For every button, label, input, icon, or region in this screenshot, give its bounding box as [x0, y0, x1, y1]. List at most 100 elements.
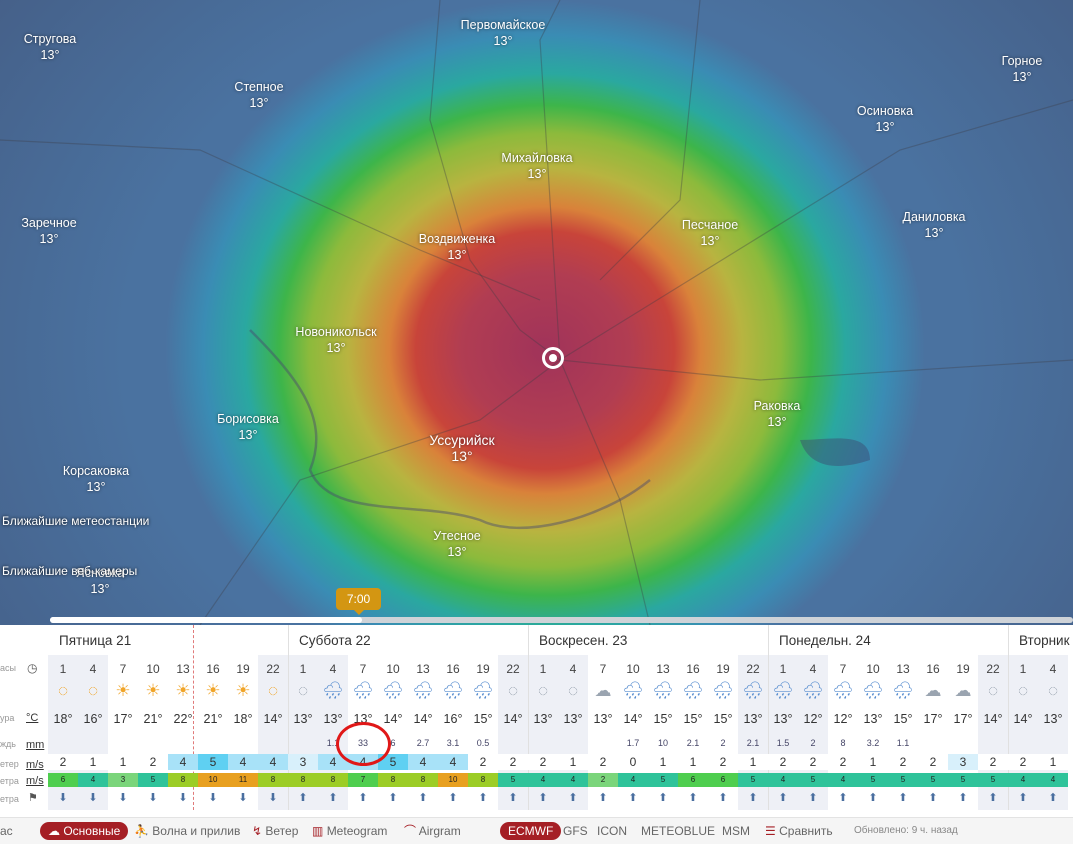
tab-wind[interactable]: ↯ Ветер [252, 822, 298, 840]
wind-speed-cell: 1 [749, 755, 757, 769]
wind-gust-cell: 4 [78, 773, 108, 787]
highlight-circle [336, 722, 391, 766]
city-borisovka[interactable]: Борисовка 13° [217, 411, 279, 443]
city-vozdvizhenka[interactable]: Воздвиженка 13° [419, 231, 495, 263]
tab-waves[interactable]: ⛹ Волна и прилив [134, 822, 240, 840]
city-osinovka[interactable]: Осиновка 13° [857, 103, 913, 135]
city-name: Даниловка [902, 210, 966, 224]
temperature-cell: 18° [233, 712, 253, 726]
airgram-icon: ⌒ [404, 824, 417, 838]
wind-gust-cell: 5 [738, 773, 768, 787]
city-temp: 13° [238, 428, 258, 442]
compare-button[interactable]: ☰ Сравнить [765, 822, 833, 840]
bottom-left-fragment: ас [0, 824, 13, 838]
weather-map[interactable]: Первомайское 13° Стругова 13° Степное 13° Г… [0, 0, 1073, 625]
wind-gust-cell: 4 [528, 773, 558, 787]
city-utesnoe[interactable]: Утесное 13° [433, 528, 481, 560]
wind-speed-cell: 1 [89, 755, 97, 769]
wind-icon: ↯ [252, 824, 263, 838]
city-name: Песчаное [681, 218, 739, 232]
nearest-webcams-link[interactable]: Ближайшие веб-камеры [2, 564, 137, 578]
temperature-cell: 12° [833, 712, 853, 726]
city-ussuriysk[interactable]: Уссурийск 13° [429, 432, 494, 464]
hour-label: 16 [206, 662, 220, 676]
wind-unit[interactable]: m/s [26, 759, 44, 771]
hour-label: 16 [446, 662, 460, 676]
hour-label: 19 [476, 662, 490, 676]
timeline-time-bubble[interactable]: 7:00 [336, 588, 381, 615]
city-novonikolsk[interactable]: Новоникольск 13° [295, 324, 376, 356]
weather-icon: ☀ [205, 681, 221, 700]
temperature-cell: 18° [53, 712, 73, 726]
precipitation-cell: 3.2 [866, 738, 880, 748]
map-roads [0, 0, 1073, 625]
wind-speed-cell: 3 [959, 755, 967, 769]
wind-direction-arrow: ⬆ [538, 792, 548, 804]
precipitation-cell: 1.1 [896, 738, 910, 748]
model-msm[interactable]: MSM [722, 822, 750, 840]
city-korsakovka[interactable]: Корсаковка 13° [63, 463, 129, 495]
tab-airgram[interactable]: ⌒ Airgram [404, 822, 461, 840]
wind-direction-arrow: ⬆ [418, 792, 428, 804]
wind-gust-cell: 5 [138, 773, 168, 787]
timeline-slider[interactable] [50, 617, 1073, 623]
city-pervomayskoe[interactable]: Первомайское 13° [461, 17, 546, 49]
day-label-saturday[interactable]: Суббота 22 [299, 633, 371, 648]
wind-direction-arrow: ⬆ [568, 792, 578, 804]
nearest-stations-link[interactable]: Ближайшие метеостанции [2, 514, 149, 528]
weather-icon: 🌧 [442, 681, 464, 700]
city-temp: 13° [924, 226, 944, 240]
city-strugova[interactable]: Стругова 13° [24, 31, 77, 63]
weather-icon: 🌧 [472, 681, 494, 700]
tab-meteogram[interactable]: ▥ Meteogram [312, 822, 387, 840]
day-label-sunday[interactable]: Воскресен. 23 [539, 633, 627, 648]
model-gfs[interactable]: GFS [563, 822, 588, 840]
wind-gust-cell: 5 [948, 773, 978, 787]
weather-icon: 🌧 [682, 681, 704, 700]
tab-main[interactable]: ☁ Основные [40, 822, 129, 840]
city-zarechnoe[interactable]: Заречное 13° [21, 215, 76, 247]
temperature-cell: 13° [323, 712, 343, 726]
wind-speed-cell: 1 [1049, 755, 1057, 769]
day-label-tuesday[interactable]: Вторник [1019, 633, 1070, 648]
city-name: Утесное [433, 529, 481, 543]
city-name: Осиновка [856, 104, 914, 118]
hour-label: 19 [956, 662, 970, 676]
temp-unit[interactable]: °C [26, 712, 38, 724]
timeline-progress [50, 617, 362, 623]
wind-gust-cell: 5 [888, 773, 918, 787]
clock-icon: ◷ [27, 661, 38, 675]
rain-unit[interactable]: mm [26, 739, 44, 751]
wind-speed-cell: 5 [209, 755, 217, 769]
city-name: Борисовка [217, 412, 279, 426]
city-rakovka[interactable]: Раковка 13° [754, 398, 801, 430]
wind-gust-cell: 11 [228, 773, 258, 787]
city-gornoe[interactable]: Горное 13° [1002, 53, 1043, 85]
wind-direction-arrow: ⬆ [598, 792, 608, 804]
wind-direction-arrow: ⬆ [748, 792, 758, 804]
model-ecmwf[interactable]: ECMWF [500, 822, 562, 840]
city-name: Уссурийск [429, 432, 495, 448]
wind-speed-cell: 2 [479, 755, 487, 769]
wind-speed-cell: 4 [449, 755, 457, 769]
temperature-cell: 13° [743, 712, 763, 726]
wind-direction-arrow: ⬇ [178, 792, 188, 804]
city-danilovka[interactable]: Даниловка 13° [902, 209, 965, 241]
model-meteoblue[interactable]: METEOBLUE [641, 822, 715, 840]
location-pin-icon[interactable] [542, 347, 564, 369]
city-peschanoe[interactable]: Песчаное 13° [682, 217, 738, 249]
wind-speed-cell: 4 [419, 755, 427, 769]
wind-speed-cell: 1 [659, 755, 667, 769]
weather-icon: ◌ [507, 681, 519, 700]
model-icon[interactable]: ICON [597, 822, 627, 840]
day-label-monday[interactable]: Понедельн. 24 [779, 633, 871, 648]
gust-unit[interactable]: m/s [26, 775, 44, 787]
wind-gust-cell: 4 [1008, 773, 1038, 787]
hour-label: 19 [236, 662, 250, 676]
city-stepnoe[interactable]: Степное 13° [234, 79, 283, 111]
precipitation-cell: 10 [657, 738, 668, 748]
city-mikhaylovka[interactable]: Михайловка 13° [501, 150, 572, 182]
day-label-friday[interactable]: Пятница 21 [59, 633, 131, 648]
weather-icon: 🌧 [772, 681, 794, 700]
wind-direction-arrow: ⬆ [1018, 792, 1028, 804]
